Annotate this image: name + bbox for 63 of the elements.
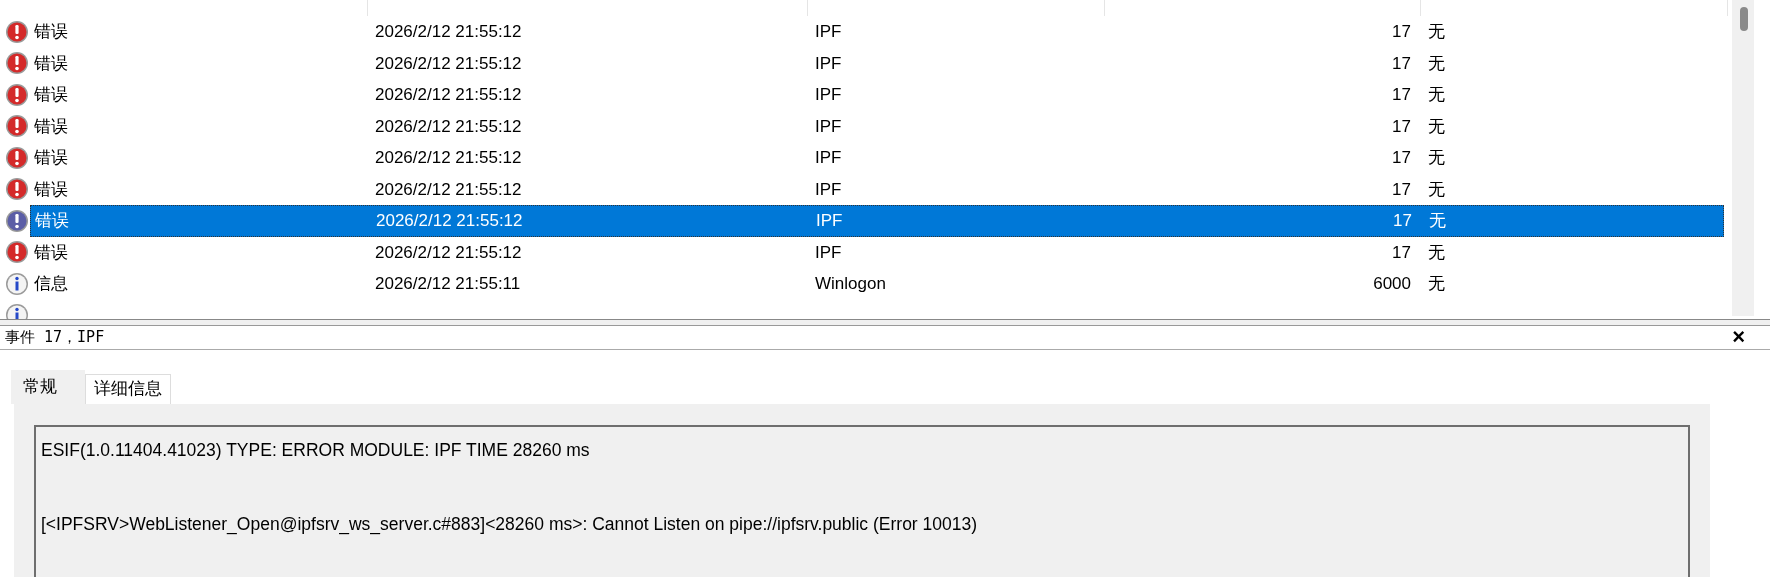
error-icon (5, 177, 29, 202)
selected-row[interactable]: 错误 2026/2/12 21:55:12 IPF 17 无 (30, 205, 1724, 237)
table-cell: 错误 (34, 53, 68, 73)
table-cell-text: 17 (1392, 52, 1411, 75)
table-cell-text: 17 (1392, 21, 1411, 43)
table-cell: 无 (1428, 53, 1445, 73)
table-cell-text: 17 (1392, 178, 1411, 201)
table-cell: IPF (815, 148, 842, 167)
tab[interactable]: 详细信息 (85, 373, 171, 404)
table-cell: 2026/2/12 21:55:12 (375, 53, 522, 73)
table-cell-text: 6000 (1373, 273, 1411, 295)
table-cell: 无 (1428, 116, 1445, 136)
table-cell: 无 (1428, 242, 1445, 262)
table-cell: 无 (1428, 85, 1445, 104)
table-cell: IPF (815, 179, 842, 199)
close-button[interactable]: × (1732, 326, 1745, 349)
table-cell: 2026/2/12 21:55:11 (375, 274, 521, 293)
info-icon (5, 271, 29, 296)
description-text: ESIF(1.0.11404.41023) TYPE: ERROR MODULE: IPF TIME 28260 ms (41, 438, 591, 462)
panel-title: 事件 17，IPF (5, 327, 105, 348)
table-cell: 无 (1428, 179, 1445, 199)
error-icon (5, 19, 29, 44)
error-icon (5, 240, 29, 265)
table-cell: 错误 (34, 116, 68, 136)
error-icon (5, 51, 29, 76)
table-cell: 2026/2/12 21:55:12 (375, 148, 522, 167)
table-cell: 错误 (34, 242, 68, 262)
table-cell: 2026/2/12 21:55:12 (375, 85, 522, 104)
error-icon (5, 114, 29, 139)
table-cell: 无 (1428, 274, 1445, 293)
table-cell: 错误 (34, 85, 68, 104)
table-cell: 2026/2/12 21:55:12 (375, 179, 522, 199)
table-cell: 无 (1429, 211, 1446, 230)
table-cell: 无 (1428, 22, 1445, 41)
table-cell: IPF (815, 242, 842, 262)
table-cell: 错误 (34, 179, 68, 199)
table-cell: IPF (815, 116, 842, 136)
table-cell: Winlogon (815, 274, 886, 293)
table-cell: 信息 (34, 274, 68, 293)
table-cell: 错误 (34, 22, 68, 41)
table-cell: 2026/2/12 21:55:12 (375, 116, 522, 136)
error-icon (5, 145, 29, 170)
table-cell-text: 17 (1392, 241, 1411, 264)
table-cell: IPF (815, 22, 842, 41)
table-cell: IPF (816, 211, 843, 230)
table-cell: 无 (1428, 148, 1445, 167)
scrollbar[interactable] (1732, 0, 1754, 316)
table-cell-text: 17 (1392, 84, 1411, 106)
tab[interactable]: 常规 (11, 369, 85, 404)
table-cell-text: 17 (1392, 115, 1411, 138)
table-cell: 2026/2/12 21:55:12 (376, 211, 523, 230)
table-cell: 2026/2/12 21:55:12 (375, 242, 522, 262)
table-cell: 2026/2/12 21:55:12 (375, 22, 522, 41)
table-cell-text: 17 (1393, 210, 1412, 232)
error-icon (5, 208, 29, 233)
table-cell: IPF (815, 53, 842, 73)
table-cell: IPF (815, 85, 842, 104)
table-cell-text: 17 (1392, 147, 1411, 169)
error-icon (5, 82, 29, 107)
description-text: [<IPFSRV>WebListener_Open@ipfsrv_ws_server.c#883]<28260 ms>: Cannot Listen on pipe://ipfsrv.public (Error 10013) (41, 512, 979, 537)
table-cell: 错误 (34, 148, 68, 167)
scrollbar-thumb[interactable] (1740, 7, 1748, 31)
table-cell: 错误 (35, 211, 69, 230)
